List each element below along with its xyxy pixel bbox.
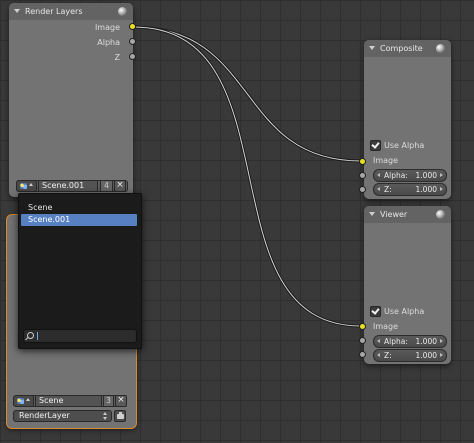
output-label-image: Image [94, 23, 120, 32]
render-layer-select[interactable]: RenderLayer [13, 410, 112, 422]
decrement-arrow-icon[interactable] [377, 187, 380, 191]
increment-arrow-icon[interactable] [440, 187, 443, 191]
render-layers-node[interactable]: Render Layers Image Alpha Z Scene.001 4 … [9, 3, 133, 197]
scene-dropdown[interactable]: Scene Scene.001 [18, 193, 142, 349]
alpha-label: Alpha: [384, 171, 408, 180]
collapse-icon[interactable] [369, 212, 375, 216]
alpha-label: Alpha: [384, 337, 408, 346]
collapse-icon[interactable] [369, 46, 375, 50]
use-alpha-checkbox[interactable] [370, 306, 381, 317]
alpha-value: 1.000 [415, 337, 437, 346]
composite-node[interactable]: Composite Use Alpha Image Alpha: 1.000 Z… [364, 40, 451, 199]
increment-arrow-icon[interactable] [440, 173, 443, 177]
z-field[interactable]: Z: 1.000 [373, 349, 447, 362]
z-value: 1.000 [415, 351, 437, 360]
increment-arrow-icon[interactable] [440, 353, 443, 357]
output-socket-z[interactable] [129, 53, 136, 60]
close-icon[interactable]: × [115, 395, 127, 407]
input-label-image: Image [373, 156, 399, 165]
node-title: Render Layers [25, 7, 83, 16]
render-layer-value: RenderLayer [19, 411, 70, 420]
collapse-icon[interactable] [14, 9, 20, 13]
decrement-arrow-icon[interactable] [377, 339, 380, 343]
decrement-arrow-icon[interactable] [377, 173, 380, 177]
node-title: Viewer [380, 210, 408, 219]
alpha-value: 1.000 [415, 171, 437, 180]
input-socket-alpha[interactable] [359, 172, 366, 179]
sphere-icon[interactable] [436, 44, 445, 53]
dropdown-item-scene-001[interactable]: Scene.001 [21, 214, 137, 226]
output-label-z: Z [114, 53, 120, 62]
use-alpha-checkbox[interactable] [370, 140, 381, 151]
input-socket-z[interactable] [359, 186, 366, 193]
scene-name-field[interactable]: Scene [35, 395, 102, 407]
node-header[interactable]: Viewer [364, 206, 451, 223]
dropdown-item-scene[interactable]: Scene [21, 202, 137, 214]
output-socket-image[interactable] [129, 23, 136, 30]
increment-arrow-icon[interactable] [440, 339, 443, 343]
input-socket-image[interactable] [359, 323, 366, 330]
node-header[interactable]: Composite [364, 40, 451, 57]
input-label-image: Image [373, 322, 399, 331]
node-header[interactable]: Render Layers [9, 3, 133, 20]
scene-icon[interactable] [13, 395, 34, 407]
dropdown-search-field[interactable] [23, 329, 137, 343]
alpha-field[interactable]: Alpha: 1.000 [373, 169, 447, 182]
node-title: Composite [380, 44, 423, 53]
sphere-icon[interactable] [118, 7, 127, 16]
input-socket-alpha[interactable] [359, 337, 366, 344]
close-icon[interactable]: × [114, 180, 126, 192]
scene-icon[interactable] [16, 180, 37, 192]
magnifier-icon [27, 332, 34, 339]
decrement-arrow-icon[interactable] [377, 353, 380, 357]
user-count: 4 [100, 180, 113, 192]
render-icon[interactable] [114, 410, 126, 422]
alpha-field[interactable]: Alpha: 1.000 [373, 335, 447, 348]
output-label-alpha: Alpha [97, 38, 120, 47]
up-down-arrows-icon [103, 412, 108, 420]
z-value: 1.000 [415, 185, 437, 194]
use-alpha-label: Use Alpha [384, 307, 425, 316]
link-image-to-viewer [132, 25, 362, 328]
z-label: Z: [384, 351, 392, 360]
sphere-icon[interactable] [436, 210, 445, 219]
output-socket-alpha[interactable] [129, 38, 136, 45]
user-count: 3 [103, 395, 114, 407]
input-socket-z[interactable] [359, 351, 366, 358]
scene-name-field[interactable]: Scene.001 [38, 180, 98, 192]
z-label: Z: [384, 185, 392, 194]
input-socket-image[interactable] [359, 158, 366, 165]
viewer-node[interactable]: Viewer Use Alpha Image Alpha: 1.000 Z: 1… [364, 206, 451, 364]
z-field[interactable]: Z: 1.000 [373, 183, 447, 196]
use-alpha-label: Use Alpha [384, 141, 425, 150]
text-cursor [37, 332, 38, 340]
